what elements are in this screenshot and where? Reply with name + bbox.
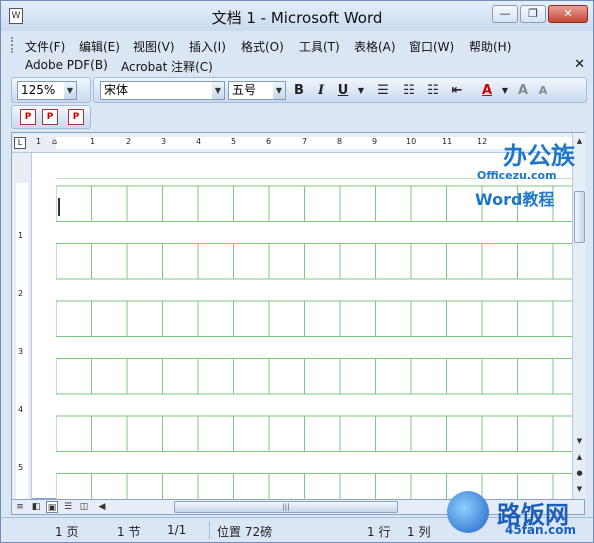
status-position: 位置 72磅 [217,525,273,539]
logo-tutorial: Word教程 [475,190,555,209]
document-page[interactable] [56,178,572,500]
ruler-num: 10 [406,137,417,146]
logo-text: 办公族 [503,142,575,170]
font-select[interactable]: 宋体 ▼ [100,81,225,100]
vertical-scroll-thumb[interactable] [574,191,585,243]
email-pdf-icon[interactable]: P [68,109,84,125]
logo-url: Officezu.com [477,169,557,182]
previous-page-icon[interactable]: ▲ [574,451,585,463]
align-center-icon[interactable]: ☰ [374,82,392,100]
ruler-num: 3 [18,347,24,356]
site-url: 45fan.com [505,523,576,537]
font-color-dropdown-icon[interactable]: ▼ [496,82,514,100]
menu-grip[interactable] [11,37,14,53]
status-section: 1 节 [117,525,141,539]
status-separator [209,521,210,539]
horizontal-scroll-thumb[interactable]: ||| [174,501,398,513]
bulleted-list-icon[interactable]: ☷ [424,82,442,100]
text-cursor [58,198,60,216]
officezu-logo: 办公族 Officezu.com Word教程 [475,136,575,210]
menu-adobe-pdf[interactable]: Adobe PDF(B) [25,58,108,72]
bold-button[interactable]: B [290,82,308,100]
ruler-num: 9 [372,137,378,146]
print-view-icon[interactable]: ▣ [46,501,58,513]
ruler-num: 8 [337,137,343,146]
font-color-icon[interactable]: A [478,82,496,100]
underline-button[interactable]: U [334,82,352,100]
ruler-num: 11 [442,137,453,146]
numbered-list-icon[interactable]: ☷ [400,82,418,100]
status-column: 1 列 [407,525,431,539]
create-pdf-icon[interactable]: P [20,109,36,125]
web-view-icon[interactable]: ◧ [30,501,42,513]
ruler-num: 5 [231,137,237,146]
menu-window[interactable]: 窗口(W) [409,38,454,55]
normal-view-icon[interactable]: ≡ [14,501,26,513]
word-window: W 文档 1 - Microsoft Word — ❐ ✕ 文件(F) 编辑(E… [0,0,594,543]
tab-stop-icon[interactable]: L [14,137,26,149]
scroll-left-icon[interactable]: ◀ [96,501,108,513]
pdf-menu-bar: Adobe PDF(B) Acrobat 注释(C) ✕ [11,55,589,75]
chevron-down-icon[interactable]: ▼ [212,82,224,99]
menu-edit[interactable]: 编辑(E) [79,38,120,55]
menu-file[interactable]: 文件(F) [25,38,65,55]
font-size-select[interactable]: 五号 ▼ [228,81,286,100]
restore-button[interactable]: ❐ [520,5,546,23]
ruler-num: 6 [266,137,272,146]
status-line: 1 行 [367,525,391,539]
scroll-down-icon[interactable]: ▼ [574,435,585,447]
status-page: 1 页 [55,525,79,539]
minimize-button[interactable]: — [492,5,518,23]
grow-font-icon[interactable]: A [514,82,532,100]
manuscript-grid [56,178,572,500]
logo-circle-icon [447,491,489,533]
menu-table[interactable]: 表格(A) [354,38,396,55]
zoom-toolbar: 125% ▼ [11,77,91,103]
menu-acrobat-comments[interactable]: Acrobat 注释(C) [121,58,213,75]
menu-view[interactable]: 视图(V) [133,38,175,55]
menu-help[interactable]: 帮助(H) [469,38,511,55]
close-menu-icon[interactable]: ✕ [574,57,585,72]
zoom-select[interactable]: 125% ▼ [17,81,77,100]
ruler-num: 1 [90,137,96,146]
pdf-toolbar: P P P [11,105,91,129]
menu-format[interactable]: 格式(O) [241,38,284,55]
menu-insert[interactable]: 插入(I) [189,38,226,55]
shrink-font-icon[interactable]: A [534,82,552,100]
ruler-num: 7 [302,137,308,146]
menu-tools[interactable]: 工具(T) [299,38,340,55]
italic-button[interactable]: I [312,82,330,100]
title-bar: W 文档 1 - Microsoft Word — ❐ ✕ [1,1,593,31]
ruler-num: 1 [18,231,24,240]
indent-marker-icon[interactable]: ⌂ [52,137,57,146]
ruler-num: 2 [126,137,132,146]
ruler-num: 4 [196,137,202,146]
ruler-num: 3 [161,137,167,146]
ruler-num: 1 [36,137,42,146]
outline-view-icon[interactable]: ☰ [62,501,74,513]
menu-bar: 文件(F) 编辑(E) 视图(V) 插入(I) 格式(O) 工具(T) 表格(A… [11,35,589,55]
status-pages: 1/1 [167,523,187,537]
format-toolbar: 宋体 ▼ 五号 ▼ B I U ▼ ☰ ☷ ☷ ⇤ A ▼ A A [93,77,587,103]
ruler-num: 2 [18,289,24,298]
chevron-down-icon[interactable]: ▼ [64,82,76,99]
close-button[interactable]: ✕ [548,5,588,23]
font-value: 宋体 [104,83,129,97]
decrease-indent-icon[interactable]: ⇤ [448,82,466,100]
ruler-num: 4 [18,405,24,414]
45fan-logo: 路饭网 45fan.com [447,491,592,543]
create-pdf-review-icon[interactable]: P [42,109,58,125]
ruler-num: 5 [18,463,24,472]
zoom-value: 125% [21,83,56,97]
chevron-down-icon[interactable]: ▼ [273,82,285,99]
underline-dropdown-icon[interactable]: ▼ [352,82,370,100]
font-size-value: 五号 [232,83,257,97]
select-browse-object-icon[interactable]: ● [574,467,585,479]
scroll-up-icon[interactable]: ▲ [574,135,585,147]
vertical-ruler[interactable]: 1 2 3 4 5 [12,153,32,500]
reading-view-icon[interactable]: ◫ [78,501,90,513]
